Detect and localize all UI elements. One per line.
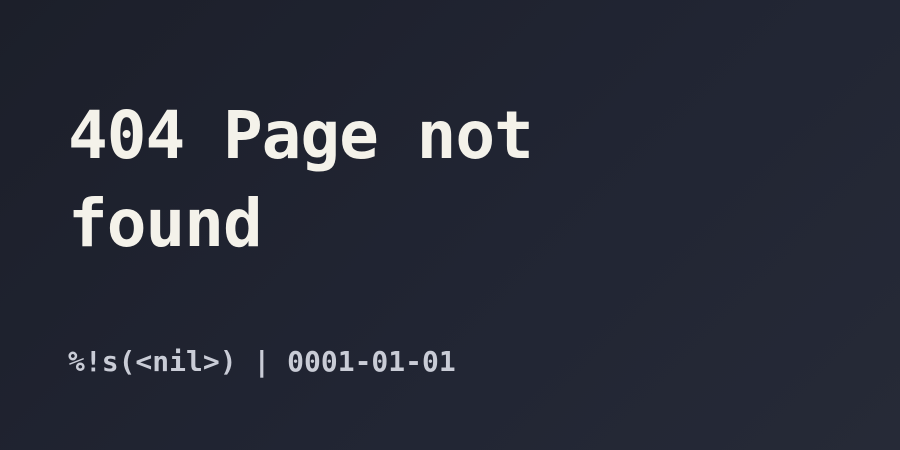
error-card: 404 Page not found %!s(<nil>) | 0001-01-… [0, 0, 900, 450]
page-meta: %!s(<nil>) | 0001-01-01 [68, 345, 456, 378]
page-title: 404 Page not found [68, 97, 534, 262]
